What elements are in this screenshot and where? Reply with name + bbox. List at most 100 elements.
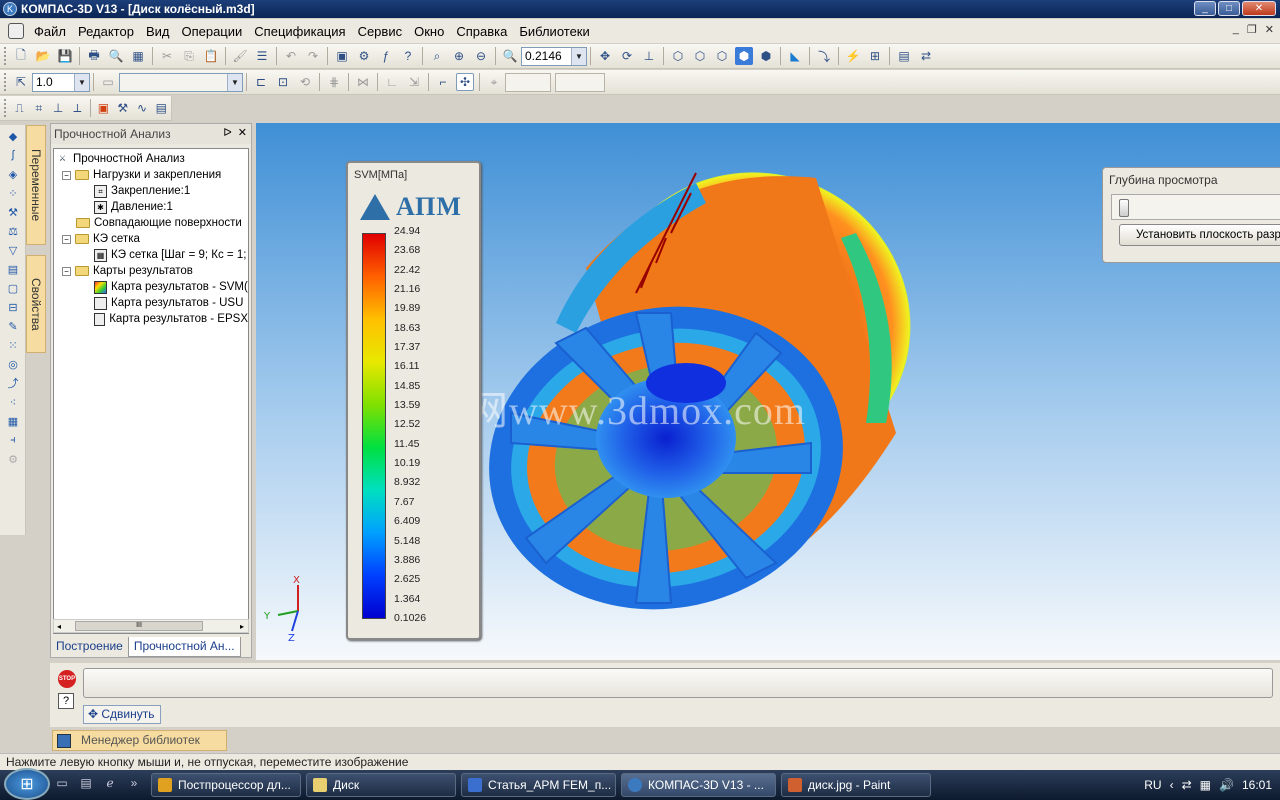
tree-node-fixing[interactable]: ⌗ Закрепление:1 <box>54 183 248 199</box>
refresh-icon[interactable]: ⇄ <box>917 47 935 65</box>
help-icon[interactable]: ? <box>58 693 74 709</box>
save-icon[interactable]: 💾 <box>56 47 74 65</box>
snap-icon[interactable]: ⋈ <box>354 73 372 91</box>
redo-icon[interactable]: ↷ <box>304 47 322 65</box>
orient-icon[interactable]: ⟲ <box>296 73 314 91</box>
filter-icon[interactable]: ⤵ <box>815 47 833 65</box>
close-button[interactable]: ✕ <box>1242 1 1276 16</box>
shift-button[interactable]: ✥ Сдвинуть <box>83 705 161 724</box>
task-postprocessor[interactable]: Постпроцессор дл... <box>151 773 301 797</box>
tree-node-loads[interactable]: − Нагрузки и закрепления <box>54 167 248 183</box>
paste-icon[interactable]: 📋 <box>202 47 220 65</box>
ie-icon[interactable]: ℯ <box>101 776 119 794</box>
sheet-icon[interactable]: ▤ <box>5 261 21 277</box>
properties-brush-icon[interactable]: 🖌 <box>231 47 249 65</box>
scroll-thumb[interactable]: III <box>75 621 204 631</box>
zoom-combo[interactable]: 0.2146 ▼ <box>521 46 587 66</box>
collapse-icon[interactable]: − <box>62 266 71 276</box>
list-icon[interactable]: ☰ <box>253 47 271 65</box>
zoom-window-icon[interactable]: ⌕ <box>428 47 446 65</box>
copy-icon[interactable]: ⎘ <box>180 47 198 65</box>
plane-icon[interactable]: ⊡ <box>274 73 292 91</box>
tray-app-icon[interactable]: ▦ <box>1200 778 1211 792</box>
y-coord-field[interactable] <box>555 72 605 92</box>
measure-icon[interactable]: ⊞ <box>866 47 884 65</box>
geometry-icon[interactable]: ◆ <box>5 128 21 144</box>
step-combo[interactable]: 1.0 ▼ <box>32 72 90 92</box>
surface-icon[interactable]: ◈ <box>5 166 21 182</box>
print-icon[interactable]: 🖶 <box>85 47 103 65</box>
start-button[interactable]: ⊞ <box>4 768 50 800</box>
coords-icon[interactable]: ⇲ <box>405 73 423 91</box>
tree-manager-icon[interactable]: ▣ <box>333 47 351 65</box>
tree-node-results-folder[interactable]: − Карты результатов <box>54 263 248 279</box>
command-line[interactable] <box>83 668 1273 698</box>
chevron-down-icon[interactable]: ▼ <box>227 73 242 91</box>
task-kompas[interactable]: КОМПАС-3D V13 - ... <box>621 773 776 797</box>
tool-icon[interactable]: ⚒ <box>5 204 21 220</box>
style-combo[interactable]: ▼ <box>119 72 243 92</box>
set-section-plane-button[interactable]: Установить плоскость разреза <box>1119 224 1280 246</box>
tree-node-result-svm[interactable]: Карта результатов - SVM( <box>54 279 248 295</box>
minimize-button[interactable]: _ <box>1194 1 1216 16</box>
network-icon[interactable]: ⇄ <box>1182 778 1192 792</box>
menu-libraries[interactable]: Библиотеки <box>513 24 595 39</box>
mdi-restore-button[interactable]: ❐ <box>1247 23 1257 36</box>
tray-chevron-icon[interactable]: ‹ <box>1170 778 1174 792</box>
undo-icon[interactable]: ↶ <box>282 47 300 65</box>
cut-icon[interactable]: ✂ <box>158 47 176 65</box>
filter-icon[interactable]: ▽ <box>5 242 21 258</box>
depth-slider[interactable] <box>1111 194 1280 220</box>
fixing-icon[interactable]: ⌗ <box>31 99 46 117</box>
document-menu-icon[interactable] <box>8 23 24 39</box>
variables-fx-icon[interactable]: ƒ <box>377 47 395 65</box>
manager-icon[interactable]: ▦ <box>129 47 147 65</box>
measure-icon[interactable]: ⚖ <box>5 223 21 239</box>
tab-strength-analysis[interactable]: Прочностной Ан... <box>127 637 241 657</box>
menu-edit[interactable]: Редактор <box>72 24 140 39</box>
pin-icon[interactable]: ᐅ <box>223 127 231 139</box>
parameters-icon[interactable]: ⚙ <box>355 47 373 65</box>
stop-icon[interactable]: STOP <box>58 670 76 688</box>
ring-icon[interactable]: ◎ <box>5 356 21 372</box>
curve-icon[interactable]: ∫ <box>5 147 21 163</box>
close-icon[interactable]: ✕ <box>238 127 247 139</box>
wireframe-view-icon[interactable]: ⬡ <box>669 47 687 65</box>
menu-specification[interactable]: Спецификация <box>248 24 351 39</box>
more-icon[interactable]: » <box>125 776 143 794</box>
tab-variables[interactable]: Переменные <box>26 125 46 245</box>
x-coord-field[interactable] <box>505 72 551 92</box>
xy-cursor-icon[interactable]: ⌖ <box>485 73 503 91</box>
shaded-view-icon[interactable]: ⬢ <box>735 47 753 65</box>
tree-node-root[interactable]: ⚔ Прочностной Анализ <box>54 151 248 167</box>
tree-node-pressure[interactable]: ✱ Давление:1 <box>54 199 248 215</box>
report-icon[interactable]: ▤ <box>154 99 169 117</box>
array-icon[interactable]: ⁘ <box>5 185 21 201</box>
edit-icon[interactable]: ✎ <box>5 318 21 334</box>
task-folder-disk[interactable]: Диск <box>306 773 456 797</box>
chevron-down-icon[interactable]: ▼ <box>74 73 89 91</box>
collapse-icon[interactable]: − <box>62 170 71 180</box>
snaps-active-icon[interactable]: ✣ <box>456 73 474 91</box>
rotate-icon[interactable]: ⟳ <box>618 47 636 65</box>
open-file-icon[interactable]: 📂 <box>34 47 52 65</box>
maximize-button[interactable]: □ <box>1218 1 1240 16</box>
depth-slider-knob[interactable] <box>1119 199 1129 217</box>
help-pointer-icon[interactable]: ? <box>399 47 417 65</box>
mdi-minimize-button[interactable]: _ <box>1233 23 1239 36</box>
zoom-out-icon[interactable]: ⊖ <box>472 47 490 65</box>
new-file-icon[interactable]: 🗋 <box>12 47 30 65</box>
task-word-article[interactable]: Статья_APM FEM_п... <box>461 773 616 797</box>
thin-lines-view-icon[interactable]: ⬡ <box>713 47 731 65</box>
kompas-icon[interactable]: K <box>3 2 17 16</box>
local-cs-icon[interactable]: ⊏ <box>252 73 270 91</box>
task-paint[interactable]: диск.jpg - Paint <box>781 773 931 797</box>
tree-node-result-epsx[interactable]: Карта результатов - EPSX <box>54 311 248 327</box>
tab-properties[interactable]: Свойства <box>26 255 46 353</box>
horizontal-scrollbar[interactable]: ◂ III ▸ <box>53 619 249 633</box>
stress-legend[interactable]: SVM[МПа] АПМ 24.94 23.68 22.42 21.16 19.… <box>346 161 481 640</box>
toolbar-grip[interactable] <box>4 47 7 65</box>
section-icon[interactable]: ⫞ <box>5 432 21 448</box>
preview-icon[interactable]: 🔍 <box>107 47 125 65</box>
calculator-icon[interactable]: ▤ <box>895 47 913 65</box>
